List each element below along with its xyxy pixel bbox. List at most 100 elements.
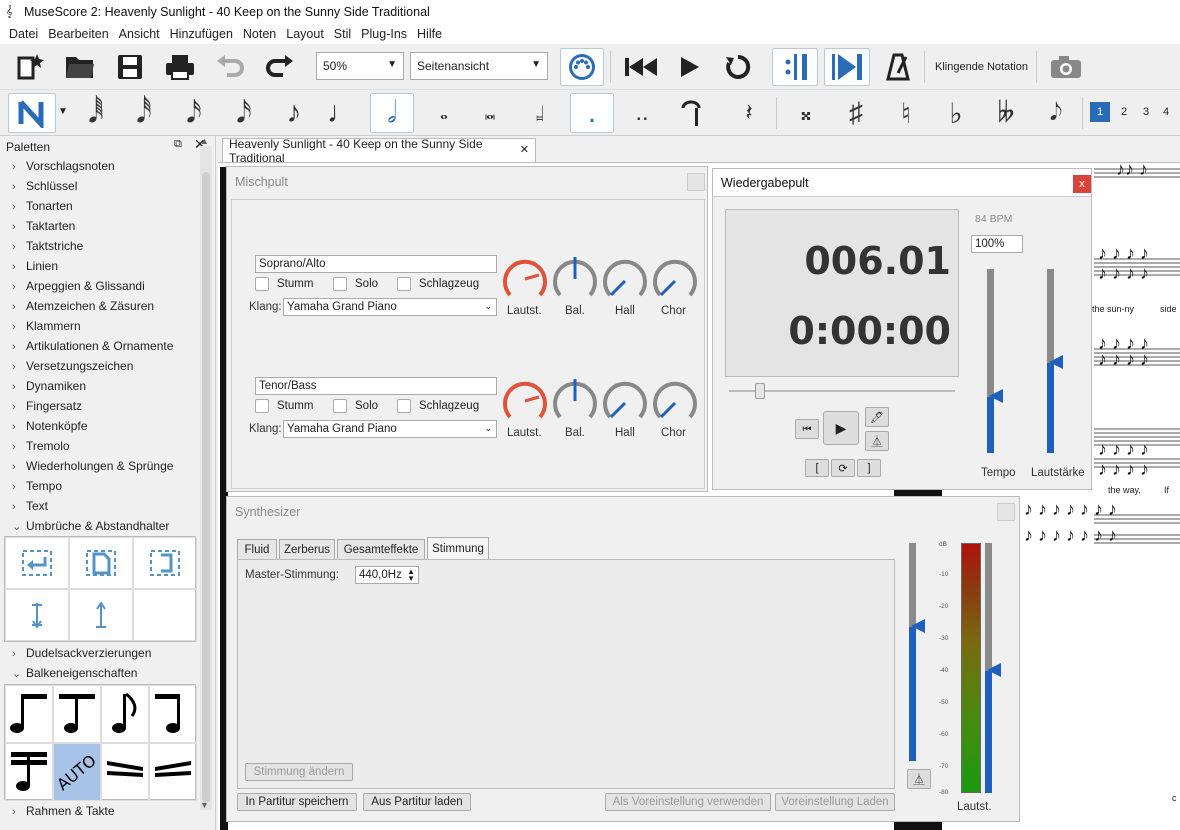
loop-out-button[interactable]: ] bbox=[857, 459, 881, 477]
double-dot-icon[interactable]: .. bbox=[622, 94, 662, 132]
save-to-score-button[interactable]: In Partitur speichern bbox=[237, 793, 357, 811]
dot-icon[interactable]: . bbox=[570, 93, 614, 133]
palette-scrollbar[interactable] bbox=[200, 146, 212, 810]
menu-layout[interactable]: Layout bbox=[286, 27, 324, 41]
palette-item[interactable]: › Arpeggien & Glissandi bbox=[12, 279, 145, 293]
loop-button[interactable]: ⟳ bbox=[831, 459, 855, 477]
channel-name-field[interactable]: Soprano/Alto bbox=[255, 255, 497, 273]
note-longa-icon[interactable]: 𝆷 bbox=[518, 94, 562, 132]
loop-icon[interactable] bbox=[718, 50, 758, 84]
palette-item[interactable]: › Linien bbox=[12, 259, 58, 273]
balance-knob[interactable] bbox=[551, 257, 599, 301]
rewind-icon[interactable] bbox=[620, 50, 660, 84]
menu-stil[interactable]: Stil bbox=[334, 27, 351, 41]
palette-item[interactable]: › Taktarten bbox=[12, 219, 75, 233]
palette-item-expanded[interactable]: ⌄ Balkeneigenschaften bbox=[12, 666, 137, 680]
solo-checkbox[interactable]: Solo bbox=[333, 399, 378, 413]
concert-pitch-toggle[interactable]: Klingende Notation bbox=[935, 61, 1028, 73]
note-input-mode-button[interactable] bbox=[8, 93, 56, 133]
flip-direction-icon[interactable]: 𝅘𝅥𝅮 bbox=[1036, 94, 1076, 132]
change-tuning-button[interactable]: Stimmung ändern bbox=[245, 763, 353, 781]
rewind-button[interactable]: ⏮ bbox=[795, 419, 819, 439]
note-whole-icon[interactable]: 𝅝 bbox=[424, 94, 464, 132]
master-tuning-spinbox[interactable]: 440,0Hz ▲ ▼ bbox=[355, 566, 419, 584]
palette-item[interactable]: › Klammern bbox=[12, 319, 81, 333]
auto-beam-button[interactable]: AUTO bbox=[53, 743, 101, 801]
loop-in-button[interactable]: [ bbox=[805, 459, 829, 477]
save-icon[interactable] bbox=[112, 50, 148, 84]
tie-icon[interactable] bbox=[672, 94, 712, 132]
undo-icon[interactable] bbox=[212, 50, 248, 84]
palette-item[interactable]: › Vorschlagsnoten bbox=[12, 159, 115, 173]
mixer-close-button[interactable] bbox=[687, 173, 705, 191]
palette-item[interactable]: › Schlüssel bbox=[12, 179, 77, 193]
voice-3-button[interactable]: 3 bbox=[1136, 102, 1156, 122]
mute-checkbox[interactable]: Stumm bbox=[255, 277, 313, 291]
drums-checkbox[interactable]: Schlagzeug bbox=[397, 277, 479, 291]
note-32nd-icon[interactable]: 𝅘𝅥𝅰 bbox=[124, 94, 164, 132]
palette-item[interactable]: › Dudelsackverzierungen bbox=[12, 646, 151, 660]
synth-metronome-button[interactable]: ⏅ bbox=[907, 769, 931, 789]
double-sharp-icon[interactable]: 𝄪 bbox=[786, 94, 826, 132]
play-icon[interactable] bbox=[670, 50, 710, 84]
palette-item[interactable]: › Atemzeichen & Zäsuren bbox=[12, 299, 154, 313]
tab-zerberus[interactable]: Zerberus bbox=[279, 539, 335, 559]
metronome-button[interactable]: ⏅ bbox=[865, 431, 889, 451]
zoom-select[interactable]: 50% ▼ bbox=[316, 52, 404, 80]
page-break-icon[interactable] bbox=[69, 537, 133, 589]
palette-item[interactable]: › Tremolo bbox=[12, 439, 70, 453]
chorus-knob[interactable] bbox=[651, 257, 699, 301]
note-8th-icon[interactable]: ♪ bbox=[274, 94, 314, 132]
staff-spacer-up-icon[interactable] bbox=[69, 589, 133, 641]
open-folder-icon[interactable] bbox=[62, 50, 98, 84]
sharp-icon[interactable]: ♯ bbox=[836, 94, 876, 132]
float-icon[interactable]: ⧉ bbox=[174, 138, 182, 151]
scroll-down-icon[interactable]: ▼ bbox=[200, 800, 209, 810]
balance-knob[interactable] bbox=[551, 379, 599, 423]
view-mode-select[interactable]: Seitenansicht ▼ bbox=[410, 52, 548, 80]
palette-item[interactable]: › Rahmen & Takte bbox=[12, 804, 115, 818]
feathered-beam-slower-icon[interactable] bbox=[101, 743, 149, 801]
palette-item[interactable]: › Taktstriche bbox=[12, 239, 83, 253]
mute-checkbox[interactable]: Stumm bbox=[255, 399, 313, 413]
sound-select[interactable]: Yamaha Grand Piano ⌄ bbox=[283, 298, 497, 316]
note-breve-icon[interactable]: 𝅜 bbox=[470, 94, 510, 132]
palette-item[interactable]: › Text bbox=[12, 499, 48, 513]
menu-hilfe[interactable]: Hilfe bbox=[417, 27, 442, 41]
beam-start-icon[interactable] bbox=[5, 685, 53, 743]
note-half-icon[interactable]: 𝅗𝅥 bbox=[370, 93, 414, 133]
beam-32nd-icon[interactable] bbox=[5, 743, 53, 801]
solo-checkbox[interactable]: Solo bbox=[333, 277, 378, 291]
chevron-down-icon[interactable]: ▼ bbox=[58, 106, 68, 117]
voice-1-button[interactable]: 1 bbox=[1090, 102, 1110, 122]
playback-close-button[interactable]: x bbox=[1073, 175, 1091, 193]
volume-slider-handle[interactable] bbox=[1049, 355, 1063, 369]
drums-checkbox[interactable]: Schlagzeug bbox=[397, 399, 479, 413]
tempo-slider-handle[interactable] bbox=[989, 389, 1003, 403]
staff-spacer-down-icon[interactable] bbox=[5, 589, 69, 641]
reverb-knob[interactable] bbox=[601, 257, 649, 301]
natural-icon[interactable]: ♮ bbox=[886, 94, 926, 132]
chorus-knob[interactable] bbox=[651, 379, 699, 423]
note-16th-icon[interactable]: 𝅘𝅥𝅯 bbox=[174, 94, 214, 132]
load-from-score-button[interactable]: Aus Partitur laden bbox=[363, 793, 471, 811]
scroll-up-icon[interactable]: ▲ bbox=[200, 136, 209, 146]
midi-input-button[interactable] bbox=[560, 48, 604, 86]
beam-end-icon[interactable] bbox=[149, 685, 197, 743]
palette-item[interactable]: › Fingersatz bbox=[12, 399, 82, 413]
scrollbar-thumb[interactable] bbox=[202, 172, 210, 802]
use-as-default-button[interactable]: Als Voreinstellung verwenden bbox=[605, 793, 771, 811]
channel-name-field[interactable]: Tenor/Bass bbox=[255, 377, 497, 395]
redo-icon[interactable] bbox=[262, 50, 298, 84]
volume-knob[interactable] bbox=[501, 257, 549, 301]
score-tab[interactable]: Heavenly Sunlight - 40 Keep on the Sunny… bbox=[222, 137, 536, 165]
position-slider-handle[interactable] bbox=[755, 383, 765, 399]
tab-gesamteffekte[interactable]: Gesamteffekte bbox=[337, 539, 425, 559]
reverb-knob[interactable] bbox=[601, 379, 649, 423]
tab-fluid[interactable]: Fluid bbox=[237, 539, 277, 559]
section-break-icon[interactable] bbox=[133, 537, 197, 589]
pan-score-button[interactable] bbox=[824, 48, 870, 86]
play-button[interactable]: ▶ bbox=[823, 411, 859, 445]
palette-item[interactable]: › Dynamiken bbox=[12, 379, 86, 393]
double-flat-icon[interactable]: 𝄫 bbox=[986, 94, 1026, 132]
